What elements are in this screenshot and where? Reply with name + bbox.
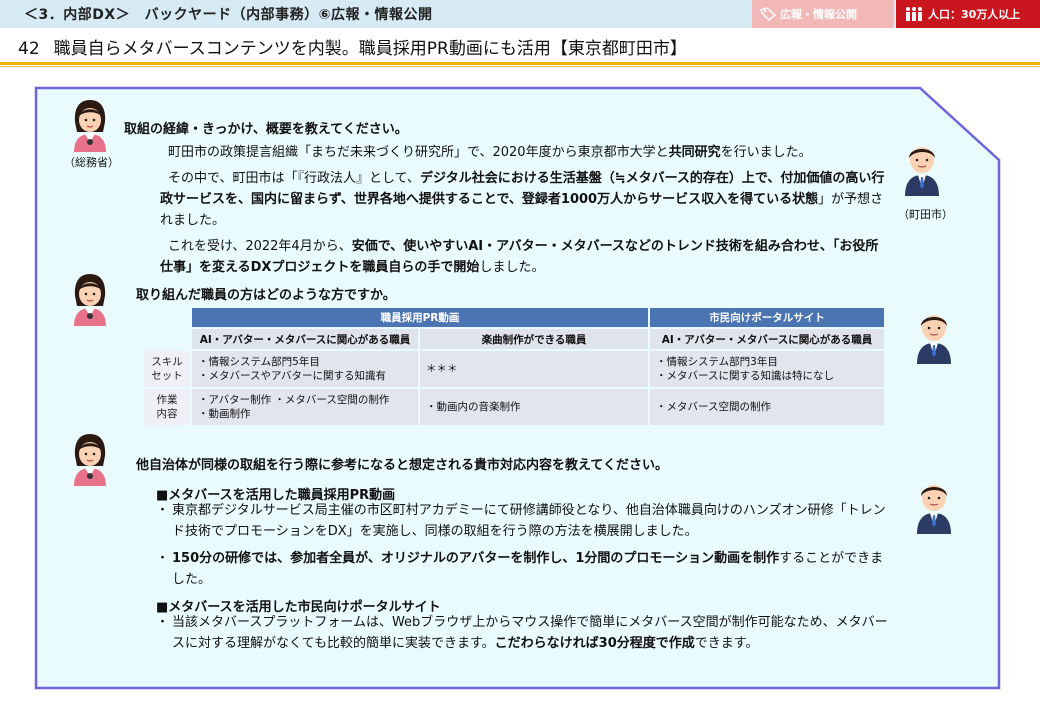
question-2: 取り組んだ職員の方はどのような方ですか。 [136, 288, 396, 303]
table-cell: ・情報システム部門3年目 ・メタバースに関する知識は特になし [650, 351, 884, 387]
q1-paragraph-1: 町田市の政策提言組織「まちだ未来づくり研究所」で、2020年度から東京都市大学と… [168, 145, 812, 160]
table-group-recruit-video: 職員採用PR動画 [192, 308, 648, 327]
male-staff-icon [905, 147, 939, 196]
bullet-text: 当該メタバースプラットフォームは、Webブラウザ上からマウス操作で簡単にメタバー… [172, 615, 888, 651]
table-col-header: AI・アバター・メタバースに関心がある職員 [650, 329, 884, 349]
q1-paragraph-3: これを受け、2022年4月から、安価で、使いやすいAI・アバター・メタバースなど… [160, 239, 879, 275]
caption-machida: （町田市） [898, 208, 953, 221]
bullet-marker: ・ [156, 551, 170, 566]
table-col-header: AI・アバター・メタバースに関心がある職員 [192, 329, 418, 349]
question-3: 他自治体が同様の取組を行う際に参考になると想定される貴市対応内容を教えてください… [136, 458, 668, 473]
caption-soumusho: （総務省） [64, 156, 119, 169]
table-group-citizen-portal: 市民向けポータルサイト [650, 308, 884, 327]
bullet-marker: ・ [156, 615, 170, 630]
male-staff-icon [917, 485, 951, 534]
female-staff-icon [74, 274, 106, 326]
table-cell: ・メタバース空間の制作 [650, 389, 884, 425]
bullet-text: 東京都デジタルサービス局主催の市区町村アカデミーにて研修講師役となり、他自治体職… [172, 503, 886, 539]
table-col-header: 楽曲制作ができる職員 [420, 329, 648, 349]
bullet-text: 150分の研修では、参加者全員が、オリジナルのアバターを制作し、1分間のプロモー… [172, 551, 884, 587]
table-cell: ＊＊＊ [420, 351, 648, 387]
bullet-marker: ・ [156, 503, 170, 518]
male-staff-icon [917, 315, 951, 364]
table-cell: ・情報システム部門5年目 ・メタバースやアバターに関する知識有 [192, 351, 418, 387]
table-cell: ・アバター制作 ・メタバース空間の制作 ・動画制作 [192, 389, 418, 425]
q1-paragraph-2: その中で、町田市は「『行政法人』として、デジタル社会における生活基盤（≒メタバー… [160, 171, 885, 228]
female-staff-icon [74, 434, 106, 486]
female-staff-icon [74, 100, 106, 152]
table-row-label-work: 作業 内容 [144, 389, 190, 425]
question-1: 取組の経緯・きっかけ、概要を教えてください。 [124, 122, 408, 137]
staff-table: 職員採用PR動画 市民向けポータルサイト AI・アバター・メタバースに関心がある… [142, 306, 886, 427]
table-cell: ・動画内の音楽制作 [420, 389, 648, 425]
table-row-label-skill: スキル セット [144, 351, 190, 387]
